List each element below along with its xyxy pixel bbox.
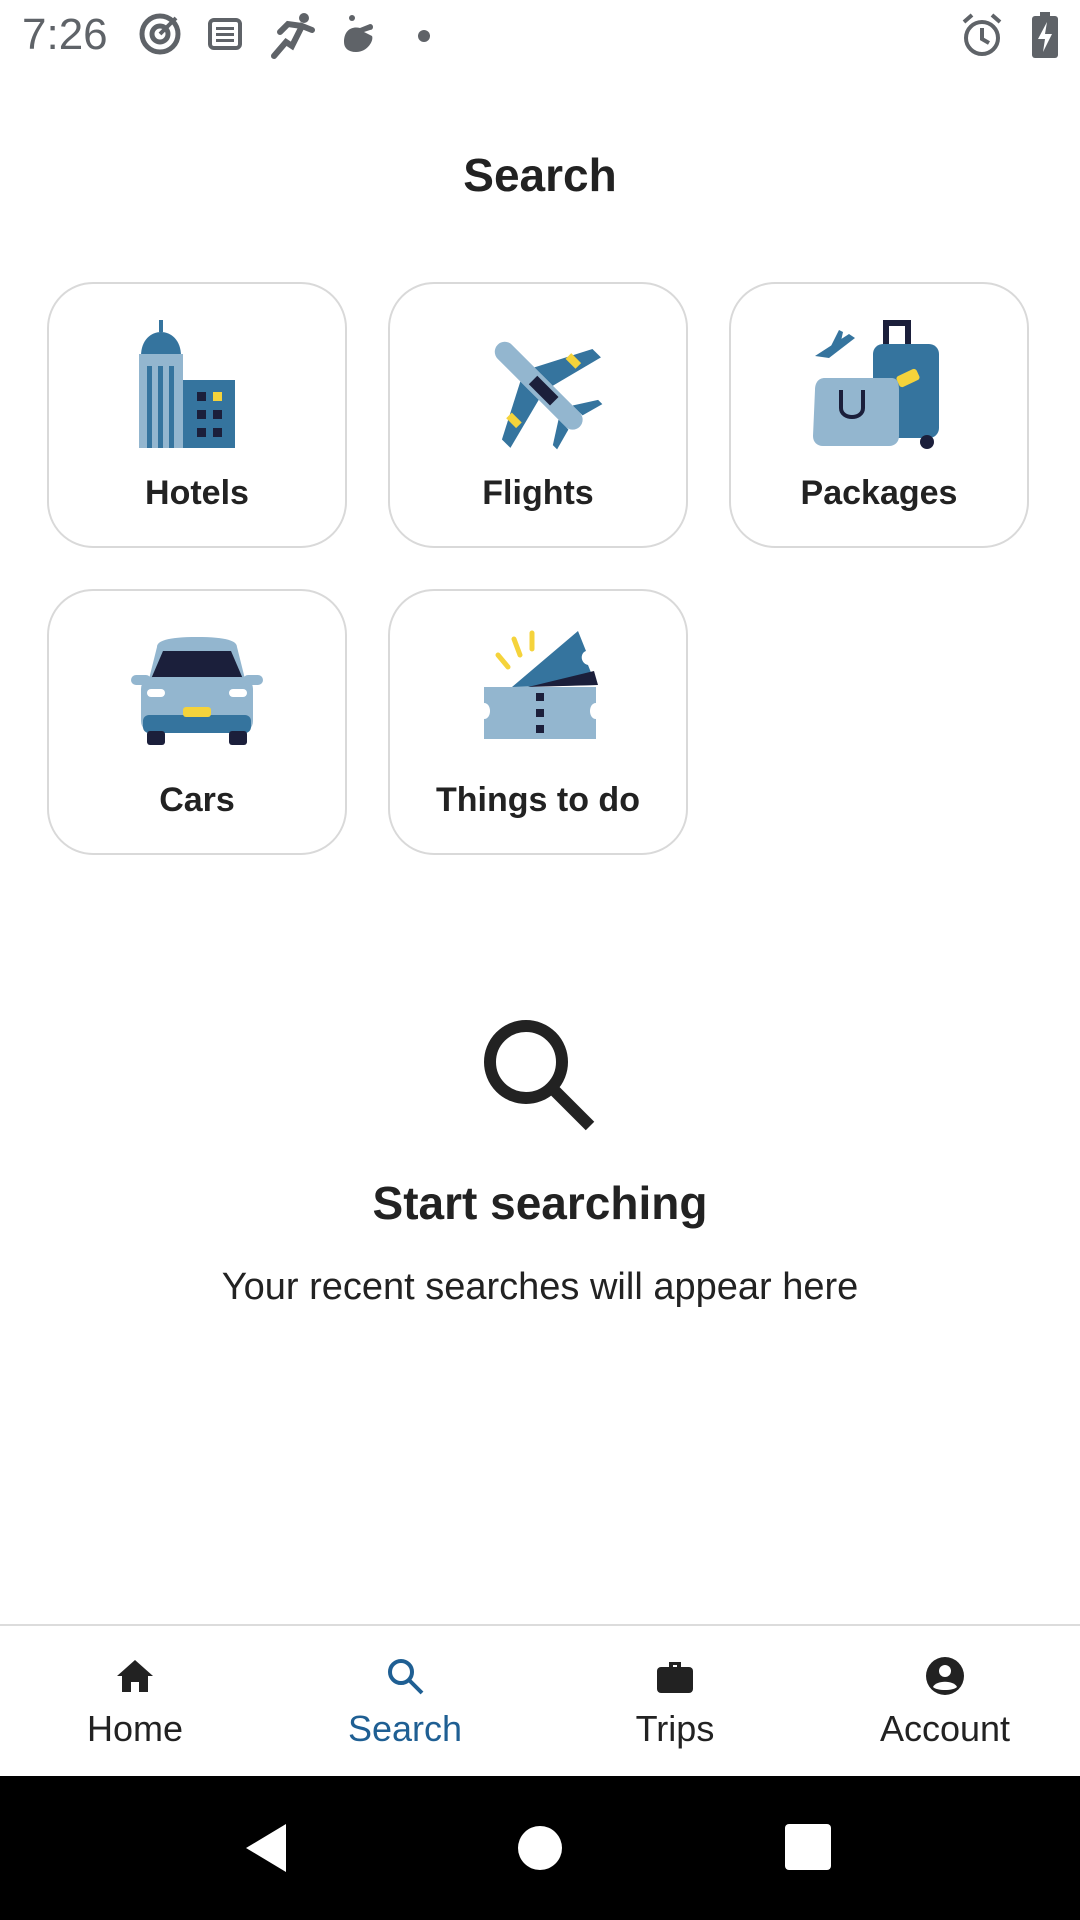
things-to-do-tile[interactable]: Things to do — [388, 589, 688, 855]
dot-icon — [418, 30, 430, 42]
things-to-do-label: Things to do — [436, 781, 640, 819]
nav-home[interactable]: Home — [0, 1626, 270, 1778]
runner-icon — [271, 13, 315, 59]
account-circle-icon — [926, 1657, 964, 1695]
search-icon — [484, 1020, 595, 1131]
packages-tile[interactable]: Packages — [729, 282, 1029, 548]
car-icon — [131, 637, 263, 745]
target-icon — [139, 13, 181, 55]
page-title: Search — [463, 149, 617, 201]
nav-search-label: Search — [347, 1708, 463, 1749]
packages-label: Packages — [800, 474, 958, 512]
hotels-tile[interactable]: Hotels — [47, 282, 347, 548]
search-icon — [388, 1659, 424, 1695]
home-circle-icon[interactable] — [512, 1820, 568, 1876]
nav-search[interactable]: Search — [270, 1626, 540, 1778]
flights-label: Flights — [482, 474, 594, 512]
cars-label: Cars — [159, 781, 235, 819]
flights-tile[interactable]: Flights — [388, 282, 688, 548]
alarm-icon — [962, 13, 1002, 56]
hotel-building-icon — [139, 320, 235, 448]
airplane-icon — [494, 341, 603, 450]
back-icon[interactable] — [238, 1820, 294, 1876]
briefcase-icon — [657, 1662, 693, 1693]
nav-trips-label: Trips — [635, 1708, 715, 1749]
bottom-nav: Home Search Trips Account — [0, 1624, 1080, 1778]
hand-icon — [344, 15, 373, 52]
status-bar: 7:26 — [0, 0, 1080, 72]
battery-charging-icon — [1032, 12, 1058, 58]
system-navigation-bar — [0, 1776, 1080, 1920]
status-time: 7:26 — [22, 10, 108, 59]
ticket-icon — [484, 630, 598, 739]
cars-tile[interactable]: Cars — [47, 589, 347, 855]
hotels-label: Hotels — [145, 474, 249, 512]
list-icon — [208, 18, 242, 50]
empty-state-title: Start searching — [372, 1177, 708, 1229]
home-icon — [117, 1660, 153, 1692]
nav-account[interactable]: Account — [810, 1626, 1080, 1778]
recents-icon[interactable] — [781, 1820, 837, 1876]
nav-account-label: Account — [879, 1708, 1011, 1749]
luggage-icon — [813, 320, 939, 449]
nav-home-label: Home — [86, 1708, 184, 1749]
nav-trips[interactable]: Trips — [540, 1626, 810, 1778]
empty-state-subtitle: Your recent searches will appear here — [221, 1266, 859, 1308]
